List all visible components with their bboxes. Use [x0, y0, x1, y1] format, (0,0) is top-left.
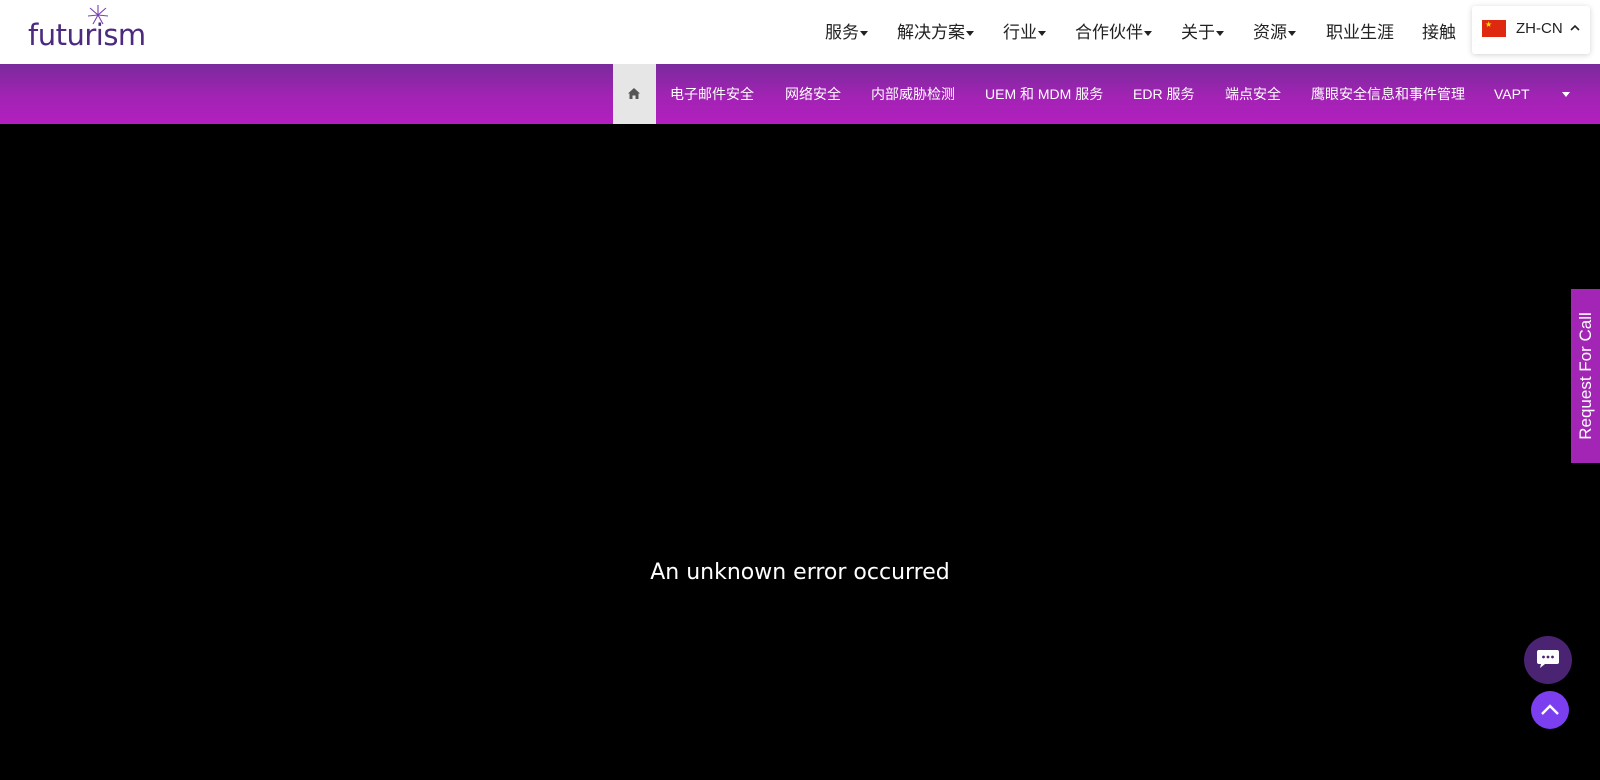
chat-icon	[1537, 650, 1559, 668]
subnav-item-uem-mdm[interactable]: UEM 和 MDM 服务	[985, 85, 1103, 103]
nav-item-label: 行业	[1003, 23, 1037, 43]
sub-nav: 电子邮件安全 网络安全 内部威胁检测 UEM 和 MDM 服务 EDR 服务 端…	[0, 64, 1600, 124]
error-message: An unknown error occurred	[650, 560, 950, 585]
language-code: ZH-CN	[1516, 20, 1563, 37]
nav-item-label: 资源	[1253, 23, 1287, 43]
chat-button[interactable]	[1524, 636, 1572, 684]
nav-item-label: 服务	[825, 23, 859, 43]
request-call-label: Request For Call	[1575, 312, 1595, 440]
subnav-item-vapt[interactable]: VAPT	[1494, 85, 1530, 103]
caret-down-icon	[966, 30, 974, 36]
nav-item-careers[interactable]: 职业生涯	[1326, 22, 1394, 44]
nav-item-resources[interactable]: 资源	[1253, 22, 1296, 44]
subnav-item-endpoint-security[interactable]: 端点安全	[1225, 85, 1281, 103]
nav-item-partners[interactable]: 合作伙伴	[1075, 22, 1152, 44]
subnav-more-caret-icon[interactable]	[1562, 92, 1570, 97]
nav-item-about[interactable]: 关于	[1181, 22, 1224, 44]
nav-item-services[interactable]: 服务	[825, 22, 868, 44]
language-selector[interactable]: ★ ZH-CN	[1472, 6, 1590, 54]
subnav-item-email-security[interactable]: 电子邮件安全	[670, 85, 754, 103]
nav-item-label: 关于	[1181, 23, 1215, 43]
subnav-item-network-security[interactable]: 网络安全	[785, 85, 841, 103]
home-icon	[628, 88, 640, 99]
caret-down-icon	[1038, 30, 1046, 36]
caret-down-icon	[1216, 30, 1224, 36]
logo-text: futurism	[28, 18, 146, 52]
nav-item-label: 职业生涯	[1326, 23, 1394, 43]
chevron-up-icon	[1570, 24, 1580, 31]
nav-item-label: 接触	[1422, 23, 1456, 43]
subnav-item-insider-threat[interactable]: 内部威胁检测	[871, 85, 955, 103]
nav-item-label: 合作伙伴	[1075, 23, 1143, 43]
subnav-item-siem[interactable]: 鹰眼安全信息和事件管理	[1311, 85, 1465, 103]
caret-down-icon	[1144, 30, 1152, 36]
nav-item-label: 解决方案	[897, 23, 965, 43]
home-tab[interactable]	[613, 64, 656, 124]
top-header: futurism 服务 解决方案 行业 合作伙伴 关于 资源 职业生涯 接触 ★…	[0, 0, 1600, 64]
nav-item-contact[interactable]: 接触	[1422, 22, 1456, 44]
subnav-item-edr[interactable]: EDR 服务	[1133, 85, 1194, 103]
chevron-up-icon	[1541, 704, 1559, 715]
nav-item-industry[interactable]: 行业	[1003, 22, 1046, 44]
caret-down-icon	[860, 30, 868, 36]
china-flag-icon: ★	[1482, 20, 1506, 37]
futurism-logo[interactable]: futurism	[28, 4, 148, 56]
nav-item-solutions[interactable]: 解决方案	[897, 22, 974, 44]
scroll-top-button[interactable]	[1531, 691, 1569, 729]
caret-down-icon	[1288, 30, 1296, 36]
request-call-tab[interactable]: Request For Call	[1571, 289, 1600, 463]
